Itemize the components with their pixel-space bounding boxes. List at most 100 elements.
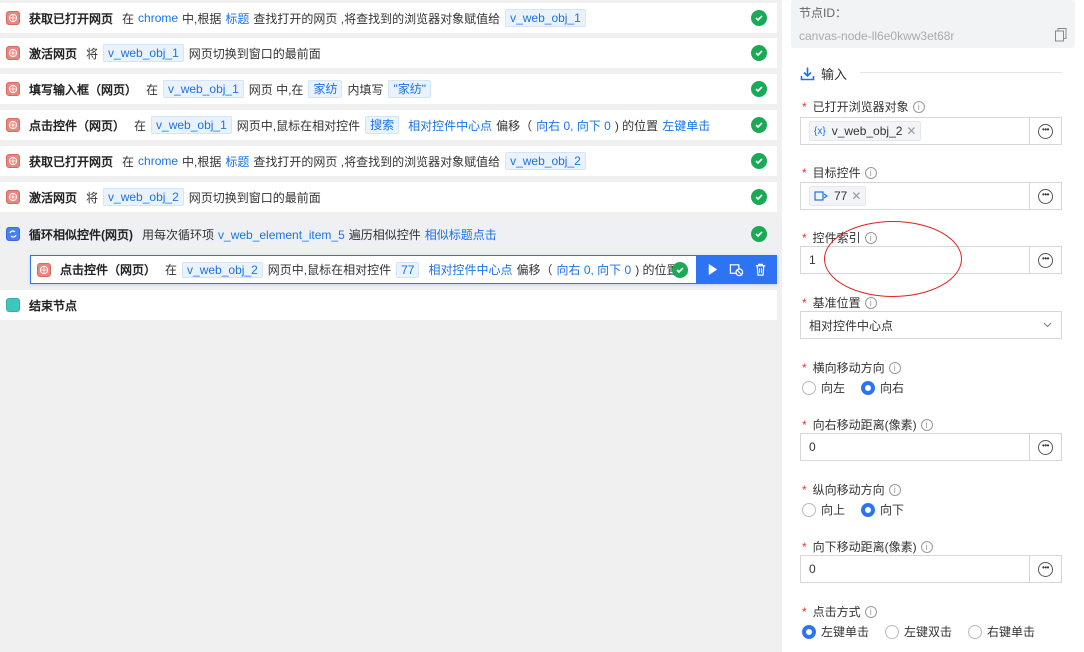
variable-tag[interactable]: v_web_obj_2: [505, 152, 586, 170]
param-link[interactable]: 相对控件中心点: [428, 263, 512, 277]
node-text: 内填写: [347, 82, 384, 97]
section-input-title: 输入: [821, 67, 848, 82]
control-chip[interactable]: 77 ✕: [809, 186, 867, 206]
radio-right-click[interactable]: 右键单击: [968, 623, 1035, 640]
more-icon: •••: [1038, 188, 1053, 204]
radio-left[interactable]: 向左: [802, 379, 845, 396]
node-text: 将: [86, 46, 99, 61]
web-globe-icon: [6, 82, 20, 96]
node-text: 中,根据: [182, 11, 222, 26]
radio-double-click[interactable]: 左键双击: [885, 623, 952, 640]
properties-panel: 节点ID： canvas-node-ll6e0kww3et68r 输入 * 已打开…: [782, 0, 1084, 652]
run-icon[interactable]: [705, 262, 720, 277]
web-globe-icon: [6, 154, 20, 168]
param-link[interactable]: 向右 0, 向下 0: [557, 263, 632, 277]
node-text: 网页切换到窗口的最前面: [188, 46, 321, 61]
flow-node[interactable]: 获取已打开网页在 chrome 中,根据 标题 查找打开的网页 ,将查找到的浏览器对象赋…: [0, 146, 777, 176]
success-check-icon: [751, 45, 767, 61]
info-icon: i: [920, 418, 933, 431]
flow-node-selected[interactable]: 点击控件（网页） 在 v_web_obj_2 网页中,鼠标在相对控件 77 相对控件中心…: [30, 255, 777, 284]
radio-down[interactable]: 向下: [861, 501, 904, 518]
divider: [860, 72, 1062, 73]
variable-tag[interactable]: 77: [396, 262, 420, 278]
vdist-field-label: * 向下移动距离(像素) i: [802, 538, 933, 555]
copy-icon[interactable]: [1055, 28, 1067, 42]
param-link[interactable]: 相似标题点击: [425, 228, 497, 242]
browser-field-label: * 已打开浏览器对象 i: [802, 98, 925, 115]
param-link[interactable]: chrome: [138, 154, 178, 168]
variable-tag[interactable]: 搜索: [365, 116, 400, 134]
variable-tag[interactable]: v_web_obj_1: [151, 116, 232, 134]
node-title: 激活网页: [29, 190, 78, 205]
browser-more-button[interactable]: •••: [1029, 117, 1062, 145]
node-id-box: 节点ID： canvas-node-ll6e0kww3et68r: [791, 0, 1075, 48]
flow-node[interactable]: 激活网页将 v_web_obj_1 网页切换到窗口的最前面: [0, 38, 777, 68]
remove-icon[interactable]: ✕: [851, 189, 861, 203]
flow-node[interactable]: 点击控件（网页） 在 v_web_obj_1 网页中,鼠标在相对控件 搜索 相对控件中心点…: [0, 110, 777, 140]
node-text: 在: [165, 263, 178, 277]
index-more-button[interactable]: •••: [1029, 246, 1062, 274]
success-check-icon: [672, 262, 688, 278]
variable-tag[interactable]: v_web_obj_1: [163, 80, 244, 98]
target-more-button[interactable]: •••: [1029, 182, 1062, 210]
node-title: 点击控件（网页）: [29, 118, 126, 133]
base-position-select[interactable]: 相对控件中心点: [800, 311, 1062, 339]
radio-up[interactable]: 向上: [802, 501, 845, 518]
flow-node[interactable]: 填写输入框（网页） 在 v_web_obj_1 网页 中,在 家纺 内填写 "家纺": [0, 74, 777, 104]
chevron-down-icon: [1043, 322, 1052, 328]
base-field-label: * 基准位置 i: [802, 294, 877, 311]
delete-icon[interactable]: [753, 262, 768, 277]
variable-chip[interactable]: {x} v_web_obj_2 ✕: [809, 121, 922, 141]
hdist-field[interactable]: 0: [800, 433, 1030, 461]
variable-tag[interactable]: v_web_obj_2: [103, 188, 184, 206]
more-icon: •••: [1038, 252, 1053, 268]
variable-tag[interactable]: v_web_obj_1: [505, 9, 586, 27]
annotation-ellipse: [824, 221, 962, 297]
success-check-icon: [751, 226, 767, 242]
disable-icon[interactable]: [729, 262, 744, 277]
variable-tag[interactable]: "家纺": [388, 80, 431, 98]
param-link[interactable]: 标题: [225, 10, 249, 27]
target-field-label: * 目标控件 i: [802, 164, 877, 181]
variable-tag[interactable]: 家纺: [308, 80, 343, 98]
flow-node[interactable]: 激活网页将 v_web_obj_2 网页切换到窗口的最前面: [0, 182, 777, 212]
node-title: 填写输入框（网页）: [29, 82, 138, 97]
flow-canvas: 获取已打开网页在 chrome 中,根据 标题 查找打开的网页 ,将查找到的浏览器对象赋…: [0, 0, 782, 652]
radio-left-click[interactable]: 左键单击: [802, 623, 869, 640]
node-title: 循环相似控件(网页): [29, 227, 133, 242]
node-text: 偏移（: [496, 118, 533, 133]
param-link[interactable]: v_web_element_item_5: [218, 228, 345, 242]
target-control-field[interactable]: 77 ✕: [800, 182, 1030, 210]
info-icon: i: [864, 296, 877, 309]
info-icon: i: [864, 605, 877, 618]
loop-icon: [6, 227, 20, 241]
node-actions: [696, 256, 776, 283]
variable-icon: {x}: [814, 125, 826, 137]
param-link[interactable]: 相对控件中心点: [408, 117, 492, 134]
node-text: 网页切换到窗口的最前面: [188, 190, 321, 205]
param-link[interactable]: 左键单击: [662, 117, 710, 134]
download-icon: [800, 67, 815, 81]
flow-node[interactable]: 获取已打开网页在 chrome 中,根据 标题 查找打开的网页 ,将查找到的浏览器对象赋…: [0, 3, 777, 33]
success-check-icon: [751, 153, 767, 169]
vdist-more-button[interactable]: •••: [1029, 555, 1062, 583]
success-check-icon: [751, 117, 767, 133]
param-link[interactable]: 向右 0, 向下 0: [536, 117, 611, 134]
node-text: ) 的位置: [614, 118, 659, 133]
flow-node-end[interactable]: 结束节点: [0, 290, 777, 320]
variable-tag[interactable]: v_web_obj_2: [182, 262, 263, 278]
param-link[interactable]: chrome: [138, 11, 178, 25]
param-link[interactable]: 标题: [225, 153, 249, 170]
radio-right[interactable]: 向右: [861, 379, 904, 396]
node-text: 用每次循环项: [142, 227, 215, 242]
vdist-field[interactable]: 0: [800, 555, 1030, 583]
hdist-more-button[interactable]: •••: [1029, 433, 1062, 461]
remove-icon[interactable]: ✕: [906, 124, 916, 138]
variable-tag[interactable]: v_web_obj_1: [103, 44, 184, 62]
node-text: 遍历相似控件: [348, 227, 421, 242]
node-text: 偏移（: [516, 263, 553, 277]
browser-object-field[interactable]: {x} v_web_obj_2 ✕: [800, 117, 1030, 145]
more-icon: •••: [1038, 561, 1053, 577]
web-globe-icon: [6, 118, 20, 132]
flow-node-loop[interactable]: 循环相似控件(网页) 用每次循环项 v_web_element_item_5 遍历相…: [0, 219, 777, 249]
